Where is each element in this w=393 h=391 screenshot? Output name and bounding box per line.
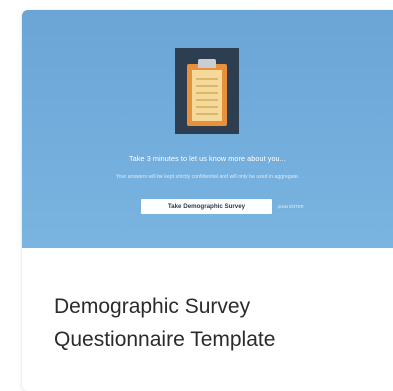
clipboard-line — [196, 113, 218, 115]
template-title-line: Questionnaire Template — [54, 328, 276, 351]
clipboard-clamp-shape — [198, 59, 216, 68]
template-thumbnail[interactable]: Take 3 minutes to let us know more about… — [22, 10, 393, 248]
clipboard-line — [196, 85, 218, 87]
thumbnail-content: Take 3 minutes to let us know more about… — [22, 10, 393, 248]
clipboard-line — [196, 78, 218, 80]
clipboard-line — [196, 92, 218, 94]
clipboard-line — [196, 106, 218, 108]
template-title-line: Demographic Survey — [54, 295, 251, 318]
clipboard-line — [196, 99, 218, 101]
thumbnail-enter-hint: press ENTER — [278, 204, 304, 209]
thumbnail-subtext: Your answers will be kept strictly confi… — [115, 174, 300, 180]
template-title[interactable]: Demographic Survey Questionnaire Templat… — [54, 290, 374, 356]
template-card[interactable]: Take 3 minutes to let us know more about… — [22, 10, 393, 391]
thumbnail-survey-button: Take Demographic Survey — [141, 199, 272, 214]
thumbnail-heading: Take 3 minutes to let us know more about… — [129, 154, 286, 163]
